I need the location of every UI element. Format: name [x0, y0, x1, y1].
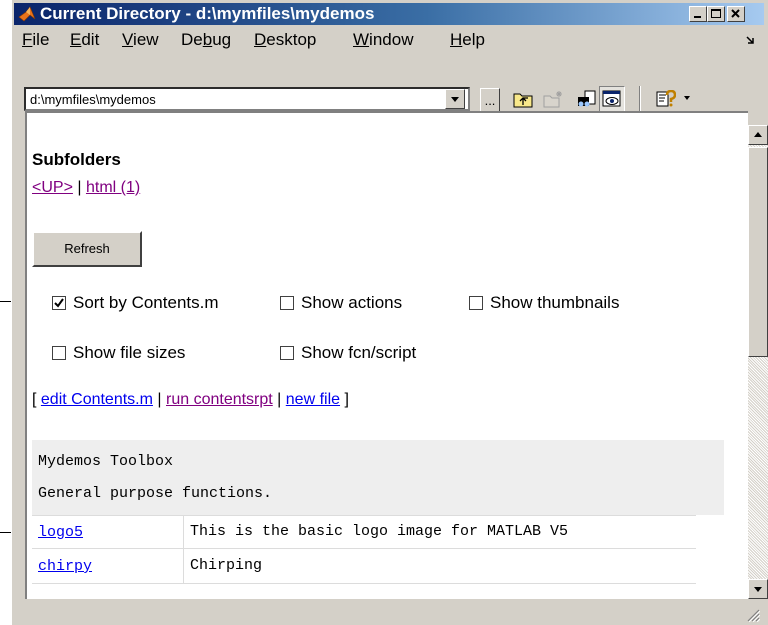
subfolders-heading: Subfolders — [32, 150, 121, 169]
chevron-down-icon — [754, 587, 762, 592]
new-folder-button[interactable] — [540, 86, 566, 112]
show-actions-checkbox[interactable]: Show actions — [280, 293, 402, 313]
new-folder-icon — [543, 91, 562, 108]
chevron-down-icon — [451, 97, 459, 102]
file-description: Chirping — [190, 557, 263, 574]
scrollbar-thumb[interactable] — [748, 147, 768, 357]
help-button[interactable] — [653, 86, 679, 112]
browse-button[interactable]: ... — [480, 88, 500, 112]
find-files-icon — [578, 90, 596, 107]
path-dropdown-button[interactable] — [445, 89, 465, 109]
minimize-button[interactable] — [689, 6, 707, 22]
menu-window[interactable]: Window — [353, 30, 413, 50]
menu-bar: File Edit View Debug Desktop Window Help — [14, 27, 764, 51]
new-file-link[interactable]: new file — [286, 391, 340, 408]
table-row: chirpy Chirping — [32, 550, 696, 584]
checkbox-label: Show file sizes — [73, 343, 186, 362]
link-separator: | — [72, 179, 86, 196]
checkbox-box[interactable] — [469, 296, 483, 310]
path-value: d:\mymfiles\mydemos — [30, 92, 156, 107]
checkbox-label: Sort by Contents.m — [73, 293, 219, 312]
checkbox-label: Show actions — [301, 293, 403, 312]
edit-contents-link[interactable]: edit Contents.m — [41, 391, 153, 408]
menu-help[interactable]: Help — [450, 30, 485, 50]
scroll-up-button[interactable] — [748, 125, 768, 145]
show-html-icon — [602, 90, 621, 107]
resize-grip-icon[interactable] — [746, 608, 760, 622]
sort-by-contents-checkbox[interactable]: Sort by Contents.m — [52, 293, 219, 313]
close-button[interactable] — [727, 6, 745, 22]
html-folder-link[interactable]: html (1) — [86, 179, 140, 196]
action-links: [ edit Contents.m | run contentsrpt | ne… — [32, 391, 349, 408]
menu-desktop[interactable]: Desktop — [254, 30, 316, 50]
help-dropdown-icon[interactable] — [683, 95, 691, 101]
subfolder-links: <UP> | html (1) — [32, 179, 140, 197]
title-bar[interactable]: Current Directory - d:\mymfiles\mydemos — [14, 3, 764, 25]
window-title: Current Directory - d:\mymfiles\mydemos — [40, 4, 375, 23]
maximize-icon — [711, 9, 721, 18]
checkbox-label: Show thumbnails — [490, 293, 620, 312]
show-thumbnails-checkbox[interactable]: Show thumbnails — [469, 293, 619, 313]
menu-file[interactable]: File — [22, 30, 49, 50]
vertical-scrollbar[interactable] — [748, 125, 768, 599]
menu-view[interactable]: View — [122, 30, 159, 50]
toolbox-description: General purpose functions. — [38, 485, 273, 502]
current-directory-field[interactable]: d:\mymfiles\mydemos — [24, 87, 470, 111]
show-fcn-script-checkbox[interactable]: Show fcn/script — [280, 343, 416, 363]
maximize-button[interactable] — [707, 6, 725, 22]
toolbox-name: Mydemos Toolbox — [38, 453, 174, 470]
checkbox-label: Show fcn/script — [301, 343, 417, 362]
toolbar-separator — [639, 86, 641, 114]
up-folder-link[interactable]: <UP> — [32, 179, 73, 196]
checkbox-box[interactable] — [52, 296, 66, 310]
matlab-logo-icon — [18, 6, 36, 22]
file-link-logo5[interactable]: logo5 — [38, 524, 83, 541]
scroll-down-button[interactable] — [748, 579, 768, 599]
show-file-sizes-checkbox[interactable]: Show file sizes — [52, 343, 185, 363]
file-description: This is the basic logo image for MATLAB … — [190, 523, 569, 540]
chevron-up-icon — [754, 132, 762, 137]
checkbox-box[interactable] — [280, 346, 294, 360]
toolbox-header: Mydemos Toolbox General purpose function… — [32, 440, 724, 515]
minimize-icon — [694, 16, 701, 18]
checkbox-box[interactable] — [280, 296, 294, 310]
dock-arrow-icon[interactable] — [746, 36, 754, 44]
up-folder-icon — [513, 93, 533, 108]
help-icon — [656, 90, 676, 107]
run-contentsrpt-link[interactable]: run contentsrpt — [166, 391, 273, 408]
status-bar — [14, 600, 764, 625]
file-name-cell: chirpy — [32, 550, 184, 584]
up-folder-button[interactable] — [510, 86, 536, 112]
menu-debug[interactable]: Debug — [181, 30, 231, 50]
menu-edit[interactable]: Edit — [70, 30, 99, 50]
find-files-button[interactable] — [573, 86, 599, 112]
close-icon — [731, 9, 740, 18]
table-row: logo5 This is the basic logo image for M… — [32, 515, 696, 550]
checkbox-box[interactable] — [52, 346, 66, 360]
show-html-button[interactable] — [599, 86, 625, 112]
refresh-button[interactable]: Refresh — [32, 231, 142, 267]
file-name-cell: logo5 — [32, 516, 184, 550]
file-link-chirpy[interactable]: chirpy — [38, 558, 92, 575]
checkmark-icon — [54, 298, 64, 308]
